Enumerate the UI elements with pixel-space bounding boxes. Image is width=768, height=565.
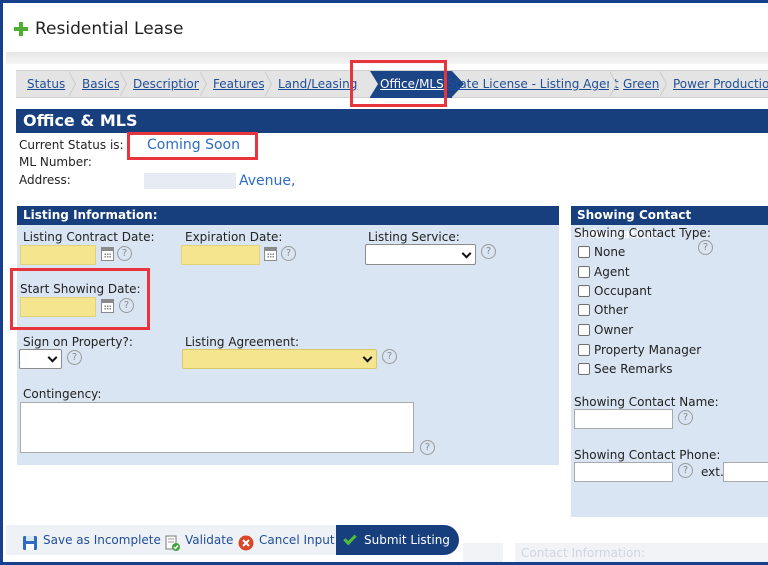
chevron-down-icon [47, 352, 58, 363]
checkbox[interactable] [578, 246, 590, 258]
showing-contact-name-input[interactable] [574, 409, 673, 429]
help-icon[interactable]: ? [420, 440, 435, 455]
listing-agreement-label: Listing Agreement: [185, 335, 300, 349]
address-label: Address: [19, 173, 71, 187]
office-mls-heading: Office & MLS [16, 109, 768, 133]
calendar-icon[interactable] [264, 247, 277, 261]
page-title: Residential Lease [35, 19, 184, 39]
tab-basics[interactable]: Basics [82, 71, 120, 98]
validate-document-icon [164, 532, 180, 551]
ghost-panel [463, 543, 503, 562]
showing-contact-heading: Showing Contact Information: [571, 206, 768, 241]
submit-listing-button[interactable]: Submit Listing [336, 525, 459, 555]
save-incomplete-button[interactable]: Save as Incomplete [22, 525, 161, 555]
checkmark-icon [343, 531, 357, 545]
listing-info-heading: Listing Information: [17, 206, 559, 225]
phone-ext-input[interactable] [723, 462, 768, 482]
app-frame: Residential Lease Status Basics Descript… [0, 0, 768, 565]
contingency-textarea[interactable] [20, 402, 414, 453]
expiration-date-label: Expiration Date: [185, 230, 283, 244]
help-icon[interactable]: ? [117, 246, 132, 261]
listing-service-select[interactable] [365, 244, 476, 265]
current-status-label: Current Status is: [19, 138, 124, 152]
tab-state-license[interactable]: State License - Listing Agent [447, 71, 619, 98]
cancel-input-button[interactable]: Cancel Input [238, 525, 335, 555]
contact-type-property-manager[interactable]: Property Manager [578, 343, 701, 357]
showing-contact-name-label: Showing Contact Name: [574, 395, 719, 409]
help-icon[interactable]: ? [678, 410, 693, 425]
phone-ext-label: ext. [701, 465, 724, 479]
tab-land-leasing[interactable]: Land/Leasing [278, 71, 357, 98]
checkbox[interactable] [578, 363, 590, 375]
address-redacted [144, 173, 236, 189]
listing-contract-date-label: Listing Contract Date: [23, 230, 155, 244]
address-value: Avenue, [239, 173, 296, 189]
tab-power-production[interactable]: Power Production [673, 71, 768, 98]
tab-description[interactable]: Description [133, 71, 201, 98]
page-header: Residential Lease [6, 6, 768, 52]
chevron-down-icon [461, 248, 472, 259]
contact-type-see-remarks[interactable]: See Remarks [578, 362, 673, 376]
calendar-icon[interactable] [101, 247, 114, 261]
help-icon[interactable]: ? [678, 463, 693, 478]
chevron-down-icon [362, 352, 373, 363]
contact-type-other[interactable]: Other [578, 303, 628, 317]
showing-contact-type-label: Showing Contact Type: [574, 226, 711, 240]
checkbox[interactable] [578, 266, 590, 278]
help-icon[interactable]: ? [281, 246, 296, 261]
sign-on-property-label: Sign on Property?: [23, 335, 133, 349]
showing-contact-phone-label: Showing Contact Phone: [574, 448, 721, 462]
highlight-box [10, 268, 150, 330]
checkbox[interactable] [578, 304, 590, 316]
checkbox[interactable] [578, 324, 590, 336]
contact-type-agent[interactable]: Agent [578, 265, 630, 279]
action-toolbar: Save as Incomplete Validate Cancel Input… [6, 525, 459, 555]
cancel-icon [238, 532, 254, 551]
contact-info-heading: Contact Information: [515, 543, 768, 562]
expiration-date-input[interactable] [181, 245, 260, 265]
contact-type-occupant[interactable]: Occupant [578, 284, 652, 298]
help-icon[interactable]: ? [67, 350, 82, 365]
highlight-box [127, 132, 258, 160]
checkbox[interactable] [578, 285, 590, 297]
ml-number-label: ML Number: [19, 155, 92, 169]
listing-service-label: Listing Service: [368, 230, 460, 244]
listing-agreement-select[interactable] [182, 349, 377, 369]
validate-button[interactable]: Validate [164, 525, 233, 555]
floppy-disk-icon [22, 532, 38, 550]
tab-status[interactable]: Status [27, 71, 65, 98]
plus-icon [14, 22, 28, 36]
checkbox[interactable] [578, 344, 590, 356]
help-icon[interactable]: ? [481, 244, 496, 259]
help-icon[interactable]: ? [698, 240, 713, 255]
showing-contact-phone-input[interactable] [574, 462, 673, 482]
help-icon[interactable]: ? [382, 349, 397, 364]
contingency-label: Contingency: [23, 387, 102, 401]
listing-contract-date-input[interactable] [20, 245, 96, 265]
contact-type-owner[interactable]: Owner [578, 323, 633, 337]
tab-features[interactable]: Features [213, 71, 265, 98]
highlight-box [350, 60, 447, 107]
contact-type-none[interactable]: None [578, 245, 625, 259]
tab-green[interactable]: Green [623, 71, 659, 98]
sign-on-property-select[interactable] [19, 349, 62, 369]
